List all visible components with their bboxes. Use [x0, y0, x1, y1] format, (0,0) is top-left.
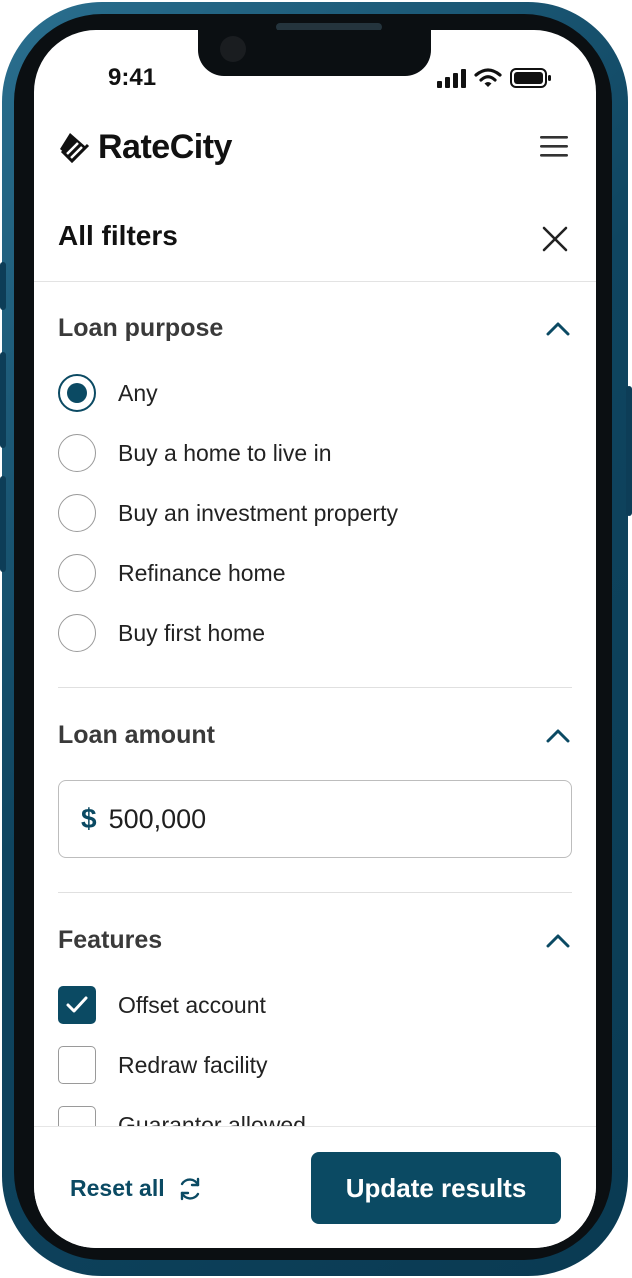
loan-purpose-title: Loan purpose [58, 314, 224, 342]
loan-amount-title: Loan amount [58, 721, 215, 749]
status-icons [436, 68, 552, 88]
option-label: Buy a home to live in [118, 439, 332, 466]
section-divider [58, 892, 572, 893]
brand-name: RateCity [98, 128, 232, 166]
update-results-button[interactable]: Update results [311, 1152, 561, 1224]
feature-option-redraw[interactable]: Redraw facility [58, 1045, 268, 1085]
app-header: RateCity [34, 116, 596, 192]
status-time: 9:41 [108, 64, 157, 91]
checkbox[interactable] [58, 1046, 96, 1084]
refresh-icon [180, 1177, 199, 1200]
radio-button[interactable] [58, 554, 96, 592]
option-label: Buy an investment property [118, 499, 398, 526]
loan-amount-field[interactable]: $ [58, 780, 572, 858]
hamburger-icon[interactable] [540, 134, 568, 158]
checkbox[interactable] [58, 986, 96, 1024]
battery-icon [510, 68, 551, 88]
ratecity-logo-icon [60, 132, 90, 163]
filters-footer: Reset all Update results [34, 1126, 596, 1248]
option-label: Redraw facility [118, 1051, 268, 1078]
currency-symbol: $ [81, 803, 97, 834]
side-button-left-bottom [0, 476, 6, 572]
loan-purpose-option-refinance[interactable]: Refinance home [58, 553, 286, 593]
reset-all-label: Reset all [70, 1175, 165, 1201]
radio-button[interactable] [58, 494, 96, 532]
loan-purpose-option-first-home[interactable]: Buy first home [58, 613, 265, 653]
radio-button[interactable] [58, 434, 96, 472]
filters-title: All filters [58, 220, 178, 251]
wifi-icon [474, 68, 502, 87]
side-button-right [626, 386, 632, 516]
signal-icon [437, 69, 466, 88]
section-divider [58, 687, 572, 688]
feature-option-offset[interactable]: Offset account [58, 985, 266, 1025]
notch [198, 30, 431, 76]
chevron-up-icon[interactable] [546, 320, 570, 336]
loan-amount-input[interactable] [108, 803, 489, 835]
loan-purpose-option-any[interactable]: Any [58, 373, 158, 413]
loan-purpose-option-live-in[interactable]: Buy a home to live in [58, 433, 332, 473]
camera [220, 36, 246, 62]
chevron-up-icon[interactable] [546, 932, 570, 948]
close-icon[interactable] [542, 226, 568, 252]
side-button-left-middle [0, 352, 6, 448]
option-label: Refinance home [118, 559, 286, 586]
filters-header: All filters [34, 204, 596, 282]
loan-purpose-option-investment[interactable]: Buy an investment property [58, 493, 398, 533]
option-label: Offset account [118, 991, 266, 1018]
option-label: Buy first home [118, 619, 265, 646]
checkmark-icon [66, 996, 88, 1013]
reset-all-button[interactable]: Reset all [70, 1175, 203, 1202]
radio-button[interactable] [58, 374, 96, 412]
features-title: Features [58, 926, 163, 954]
radio-button[interactable] [58, 614, 96, 652]
side-button-left-top [0, 262, 6, 310]
brand-logo[interactable]: RateCity [58, 128, 232, 167]
chevron-up-icon[interactable] [546, 727, 570, 743]
phone-screen: 9:41 RateCity All filters Loan purpose A… [34, 30, 596, 1248]
option-label: Any [118, 379, 158, 406]
